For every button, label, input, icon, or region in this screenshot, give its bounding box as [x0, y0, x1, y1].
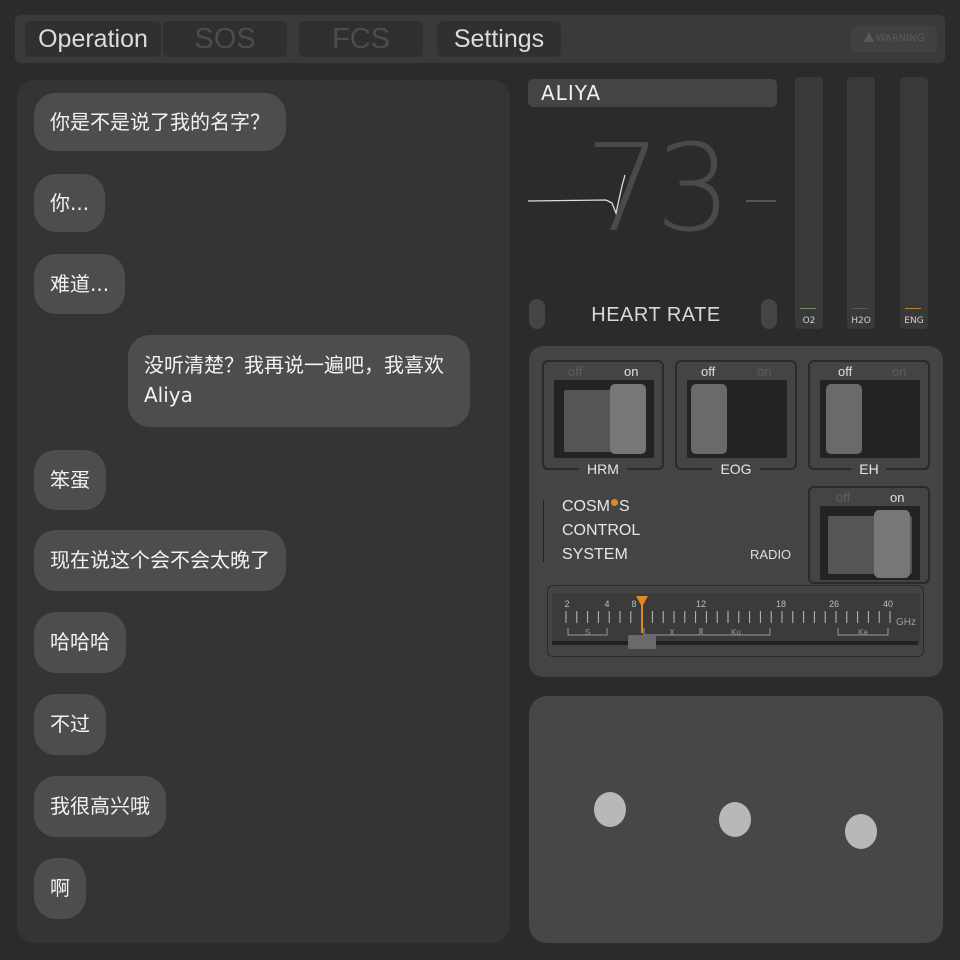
switch-on-label: on — [624, 364, 639, 379]
switch-off-label: off — [568, 364, 583, 379]
switch-knob[interactable] — [826, 384, 862, 454]
tuner-band-label: Ku — [731, 628, 741, 637]
gauge-label: O2 — [802, 316, 816, 326]
switch-knob[interactable] — [691, 384, 727, 454]
chat-message: 你是不是说了我的名字？ — [34, 93, 286, 151]
chat-message: 不过 — [34, 694, 106, 755]
face-dot-center — [719, 802, 751, 837]
chat-message: 难道... — [34, 254, 126, 314]
switch-on-label: on — [757, 364, 772, 379]
divider — [543, 500, 544, 562]
system-title-line: S — [619, 498, 630, 515]
radio-label: RADIO — [750, 547, 792, 562]
switch-on-label: on — [890, 490, 905, 505]
status-dot-icon — [611, 499, 618, 506]
chat-message: 哈哈哈 — [34, 612, 126, 673]
tuner-tick-label: 18 — [776, 599, 786, 609]
switch-on-label: on — [892, 364, 907, 379]
tab-fcs[interactable]: FCS — [299, 21, 423, 57]
tuner-tick-label: 8 — [631, 599, 636, 609]
system-title: COSM S CONTROL SYSTEM — [562, 495, 640, 567]
warning-label: WARNING — [875, 33, 925, 44]
gauge-label: H2O — [851, 316, 871, 326]
tuner-tick-label: 12 — [696, 599, 706, 609]
tab-settings[interactable]: Settings — [437, 21, 561, 57]
chat-message: 我很高兴哦 — [34, 776, 166, 837]
tuner-track — [552, 641, 918, 645]
switch-label: EOG — [712, 461, 760, 477]
tuner-band-label: Ka — [858, 628, 868, 637]
system-title-line: SYSTEM — [562, 546, 628, 563]
system-title-line: COSM — [562, 498, 610, 515]
switch-label: EH — [851, 461, 887, 477]
gauge-label: ENG — [904, 316, 924, 326]
chat-message: 现在说这个会不会太晚了 — [34, 530, 286, 591]
tuner-band-label: X — [669, 628, 675, 637]
tuner-band-label: S — [585, 628, 590, 637]
switch-eog[interactable]: off on EOG — [675, 360, 797, 477]
chat-message: 啊 — [34, 858, 86, 919]
gauge-level-mark — [905, 308, 921, 309]
switch-off-label: off — [838, 364, 853, 379]
tab-sos[interactable]: SOS — [163, 21, 287, 57]
tuner-tick-label: 2 — [564, 599, 569, 609]
switch-knob[interactable] — [610, 384, 646, 454]
gauge-o2: O2 — [795, 77, 823, 329]
system-title-line: CONTROL — [562, 522, 641, 539]
chat-message: 你... — [34, 174, 106, 232]
heart-rate-label: HEART RATE — [591, 304, 721, 326]
tuner-tick-label: 26 — [829, 599, 839, 609]
tuner-unit-label: GHz — [896, 617, 916, 628]
chat-panel[interactable]: 你是不是说了我的名字？ 你... 难道... 没听清楚？我再说一遍吧，我喜欢Al… — [17, 80, 510, 943]
switch-hrm[interactable]: off on HRM — [542, 360, 664, 477]
switch-radio[interactable]: off on — [808, 486, 930, 584]
tuner-dial[interactable]: 2 4 8 12 18 26 40 S X Ku Ka GHz — [552, 593, 920, 653]
gauge-h2o: H2O — [847, 77, 875, 329]
switch-label: HRM — [579, 461, 627, 477]
hr-left-indicator — [529, 299, 545, 329]
tuner-needle-head-icon — [636, 596, 648, 607]
gauge-level-mark — [852, 308, 868, 309]
chat-message: 笨蛋 — [34, 450, 106, 510]
face-dot-right — [845, 814, 877, 849]
gauge-level-mark — [800, 308, 816, 309]
switch-off-label: off — [836, 490, 851, 505]
top-bar: Operation SOS FCS Settings WARNING — [15, 15, 945, 63]
gauge-eng: ENG — [900, 77, 928, 329]
switch-off-label: off — [701, 364, 716, 379]
tuner-slider-handle[interactable] — [628, 635, 656, 649]
tab-operation[interactable]: Operation — [25, 21, 161, 57]
face-dot-left — [594, 792, 626, 827]
tuner-tick-label: 40 — [883, 599, 893, 609]
chat-message-self: 没听清楚？我再说一遍吧，我喜欢Aliya — [128, 335, 470, 427]
tuner-tick-label: 4 — [604, 599, 609, 609]
warning-icon — [863, 32, 874, 42]
switch-knob[interactable] — [874, 510, 910, 578]
face-display[interactable] — [529, 696, 943, 943]
switch-eh[interactable]: off on EH — [808, 360, 930, 477]
ecg-waveform-icon — [528, 174, 776, 216]
patient-name: ALIYA — [528, 79, 777, 107]
warning-indicator: WARNING — [851, 26, 937, 52]
